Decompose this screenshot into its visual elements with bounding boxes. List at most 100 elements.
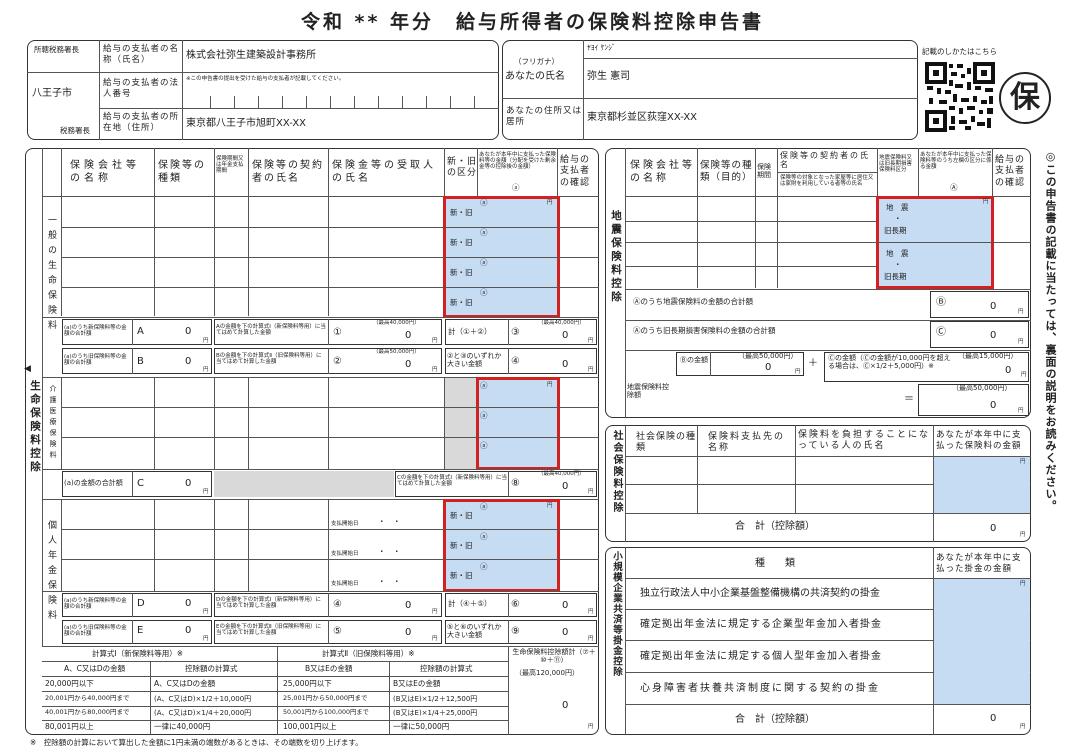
eq-quake-1[interactable]: 地 震 — [886, 203, 909, 213]
B-value[interactable]: 0 — [185, 356, 191, 368]
pension-newold-1[interactable]: 新・旧 — [450, 511, 473, 521]
eq-B-value[interactable]: 0 — [990, 301, 996, 313]
c3-yen: 円 — [588, 338, 594, 344]
social-total-value[interactable]: 0 — [990, 523, 996, 535]
small-biz-col-kind: 種 類 — [755, 558, 795, 569]
C-value[interactable]: 0 — [185, 478, 191, 490]
eq-total-yen: 円 — [1018, 408, 1024, 414]
c6-yen: 円 — [588, 609, 594, 615]
furigana-value[interactable]: ﾔﾖｲ ｹﾝｼﾞ — [587, 43, 616, 53]
D-value[interactable]: 0 — [185, 598, 191, 610]
life-total-max: （最高120,000円） — [515, 669, 579, 677]
c8-value[interactable]: 0 — [562, 481, 568, 493]
c4b-value[interactable]: 0 — [405, 600, 411, 612]
sum45-label: 計（④＋⑤） — [448, 599, 492, 608]
social-col-type: 社会保険の種類 — [636, 432, 697, 454]
calc2-row2-formula: (B又はE)×1/2＋12,500円 — [393, 695, 478, 703]
eq-b-amount-label: Ⓑの金額 — [680, 356, 708, 364]
B-letter: B — [137, 356, 144, 367]
E-value[interactable]: 0 — [185, 625, 191, 637]
c8-yen: 円 — [588, 489, 594, 495]
eq-total-value[interactable]: 0 — [990, 400, 996, 412]
calc1-h-amount: A、C又はDの金額 — [64, 664, 126, 673]
your-name-value[interactable]: 弥生 憲司 — [587, 71, 630, 83]
calc1-row4-range: 80,001円以上 — [45, 722, 94, 731]
social-col-payee: 保険料支払先の名称 — [708, 432, 786, 454]
A-value[interactable]: 0 — [185, 326, 191, 338]
tax-office-value[interactable]: 八王子市 — [32, 88, 72, 100]
calc4-note: Dの金額を下の計算式Ⅰ（新保険料等用）に当てはめて計算した金額 — [216, 597, 321, 610]
general-a-mark-4: ⓐ — [480, 288, 488, 297]
c5-label: ⑤ — [333, 626, 342, 637]
payer-number-grid[interactable] — [186, 86, 498, 108]
pension-newold-3[interactable]: 新・旧 — [450, 571, 473, 581]
eq-total-max: （最高50,000円） — [952, 384, 1012, 392]
eq-B-letter: Ⓑ — [936, 297, 946, 308]
c1-value[interactable]: 0 — [405, 330, 411, 342]
pension-date-1[interactable]: ・ ・ — [378, 517, 401, 527]
general-newold-4[interactable]: 新・旧 — [450, 298, 473, 308]
eq-c-value[interactable]: 0 — [1005, 365, 1011, 377]
eq-B-yen: 円 — [1018, 309, 1024, 315]
pension-a-mark-3: ⓐ — [480, 562, 488, 571]
eq-C-value[interactable]: 0 — [990, 330, 996, 342]
c6-value[interactable]: 0 — [562, 600, 568, 612]
calc1-row3-formula: (A、C又はD)×1/4＋20,000円 — [154, 709, 252, 717]
eq-b-value[interactable]: 0 — [765, 362, 771, 374]
D-letter: D — [137, 598, 145, 609]
calc1-row4-formula: 一律に40,000円 — [154, 722, 211, 731]
pension-date-3[interactable]: ・ ・ — [378, 577, 401, 587]
care-yen: 円 — [547, 382, 553, 388]
eq-col-period: 保険期間 — [757, 163, 771, 179]
D-label: (a)のうち新保険料等の金額の合計額 — [64, 598, 127, 611]
C-yen: 円 — [203, 489, 209, 495]
care-a-mark-3: ⓐ — [480, 441, 488, 450]
pension-newold-2[interactable]: 新・旧 — [450, 541, 473, 551]
general-newold-2[interactable]: 新・旧 — [450, 238, 473, 248]
qr-code-icon[interactable] — [925, 62, 995, 132]
c4b-label: ④ — [333, 599, 342, 610]
calc2-h-calc: 控除額の計算式 — [420, 664, 473, 673]
calc2-title: 計算式Ⅱ（旧保険料等用）※ — [322, 649, 415, 658]
c5-yen: 円 — [432, 636, 438, 642]
calc2-row1-range: 25,000円以下 — [283, 679, 332, 688]
pension-date-2[interactable]: ・ ・ — [378, 547, 401, 557]
tax-office-label: 所轄税務署長 — [34, 45, 79, 54]
life-col-receiver: 保険金等の受取人の氏名 — [332, 160, 436, 184]
c9-value[interactable]: 0 — [562, 627, 568, 639]
pension-start-1: 支払開始日 — [331, 521, 359, 527]
c9-yen: 円 — [588, 636, 594, 642]
general-newold-1[interactable]: 新・旧 — [450, 208, 473, 218]
life-total-value[interactable]: 0 — [562, 700, 568, 712]
c2-value[interactable]: 0 — [405, 359, 411, 371]
general-newold-3[interactable]: 新・旧 — [450, 268, 473, 278]
life-col-confirm: 給与の支払者の確認 — [560, 155, 591, 188]
eq-C-yen: 円 — [1018, 339, 1024, 345]
pension-start-2: 支払開始日 — [331, 551, 359, 557]
max56-label: ⑤と⑥のいずれか大きい金額 — [447, 623, 502, 639]
general-a-mark-2: ⓐ — [480, 228, 488, 237]
c4-value[interactable]: 0 — [562, 359, 568, 371]
payer-number-label: 給与の支払者の法人番号 — [103, 78, 180, 99]
eq-oldlong-2[interactable]: 旧長期 — [884, 272, 907, 282]
B-label: (a)のうち旧保険料等の金額の合計額 — [64, 354, 127, 367]
calc2-row3-formula: (B又はE)×1/4＋25,000円 — [393, 709, 478, 717]
small-biz-yen: 円 — [1020, 581, 1026, 587]
calc2-h-amount: B又はEの金額 — [305, 664, 353, 673]
payer-address-value[interactable]: 東京都八王子市旭町XX-XX — [186, 118, 306, 130]
eq-oldlong-1[interactable]: 旧長期 — [884, 226, 907, 236]
your-address-value[interactable]: 東京都杉並区荻窪XX-XX — [587, 112, 697, 124]
eq-plus: ＋ — [808, 358, 818, 369]
furigana-label: （フリガナ） — [514, 57, 559, 66]
footnote: ※ 控除額の計算において算出した金額に1円未満の端数があるときは、その端数を切り… — [30, 738, 363, 747]
c5-value[interactable]: 0 — [405, 627, 411, 639]
small-biz-section-label: 小規模企業共済等掛金控除 — [611, 551, 622, 677]
payer-name-value[interactable]: 株式会社弥生建築設計事務所 — [186, 50, 316, 62]
c3-value[interactable]: 0 — [562, 330, 568, 342]
C-label: (a)の金額の合計額 — [64, 479, 123, 487]
small-biz-total-value[interactable]: 0 — [990, 713, 996, 725]
eq-quake-2[interactable]: 地 震 — [886, 249, 909, 259]
tax-office-suffix: 税務署長 — [60, 126, 90, 135]
eq-deduct-label: 地震保険料控除額 — [627, 383, 669, 400]
small-biz-row-3: 確定拠出年金法に規定する個人型年金加入者掛金 — [640, 651, 882, 662]
